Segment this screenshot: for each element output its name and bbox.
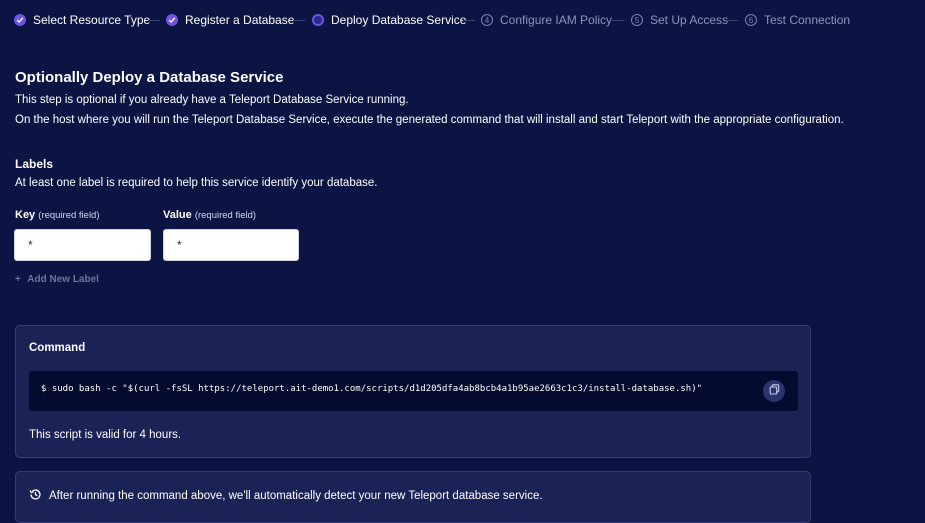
step-connector — [293, 20, 305, 21]
detection-panel: After running the command above, we'll a… — [15, 471, 811, 523]
command-heading: Command — [29, 342, 86, 354]
step-select-resource-type: Select Resource Type — [14, 12, 150, 28]
step-label: Test Connection — [764, 13, 851, 27]
step-number: 6 — [745, 14, 757, 26]
add-new-label-button[interactable]: + Add New Label — [15, 274, 99, 285]
step-deploy-database-service: Deploy Database Service — [312, 12, 466, 28]
step-connector — [612, 20, 624, 21]
step-configure-iam-policy: 4 Configure IAM Policy — [481, 12, 612, 28]
key-label-text: Key — [15, 209, 36, 221]
step-test-connection: 6 Test Connection — [745, 12, 850, 28]
required-note: (required field) — [38, 210, 100, 221]
step-label: Configure IAM Policy — [500, 13, 613, 27]
label-value-input[interactable]: * — [163, 229, 299, 261]
labels-heading: Labels — [15, 157, 54, 171]
value-field-label: Value (required field) — [163, 209, 256, 221]
step-label: Deploy Database Service — [331, 13, 467, 27]
step-label: Register a Database — [185, 13, 295, 27]
history-icon — [29, 488, 49, 504]
script-validity-text: This script is valid for 4 hours. — [29, 429, 182, 441]
step-connector — [148, 20, 160, 21]
copy-button[interactable] — [763, 380, 785, 402]
detection-message: After running the command above, we'll a… — [29, 488, 543, 504]
progress-stepper: Select Resource Type Register a Database… — [0, 0, 925, 40]
step-set-up-access: 5 Set Up Access — [631, 12, 728, 28]
page-description: This step is optional if you already hav… — [15, 94, 409, 106]
labels-description: At least one label is required to help t… — [15, 177, 378, 189]
step-number: 4 — [481, 14, 493, 26]
required-note: (required field) — [194, 210, 257, 221]
page-instructions: On the host where you will run the Telep… — [15, 114, 844, 126]
copy-icon — [769, 382, 780, 400]
step-label: Set Up Access — [650, 13, 729, 27]
detection-text: After running the command above, we'll a… — [49, 490, 543, 502]
plus-icon: + — [15, 274, 21, 285]
step-connector — [726, 20, 738, 21]
command-code-block: $ sudo bash -c "$(curl -fsSL https://tel… — [29, 371, 798, 411]
step-label: Select Resource Type — [33, 13, 151, 27]
label-key-input[interactable]: * — [14, 229, 151, 261]
active-step-icon — [312, 14, 324, 26]
value-label-text: Value — [163, 209, 192, 221]
command-text[interactable]: $ sudo bash -c "$(curl -fsSL https://tel… — [41, 384, 702, 394]
command-panel: Command $ sudo bash -c "$(curl -fsSL htt… — [15, 325, 811, 458]
add-new-label-text: Add New Label — [27, 274, 99, 285]
step-register-database: Register a Database — [166, 12, 294, 28]
key-field-label: Key (required field) — [15, 209, 100, 221]
check-icon — [14, 14, 26, 26]
page-title: Optionally Deploy a Database Service — [15, 69, 284, 86]
step-number: 5 — [631, 14, 643, 26]
check-icon — [166, 14, 178, 26]
step-connector — [463, 20, 475, 21]
